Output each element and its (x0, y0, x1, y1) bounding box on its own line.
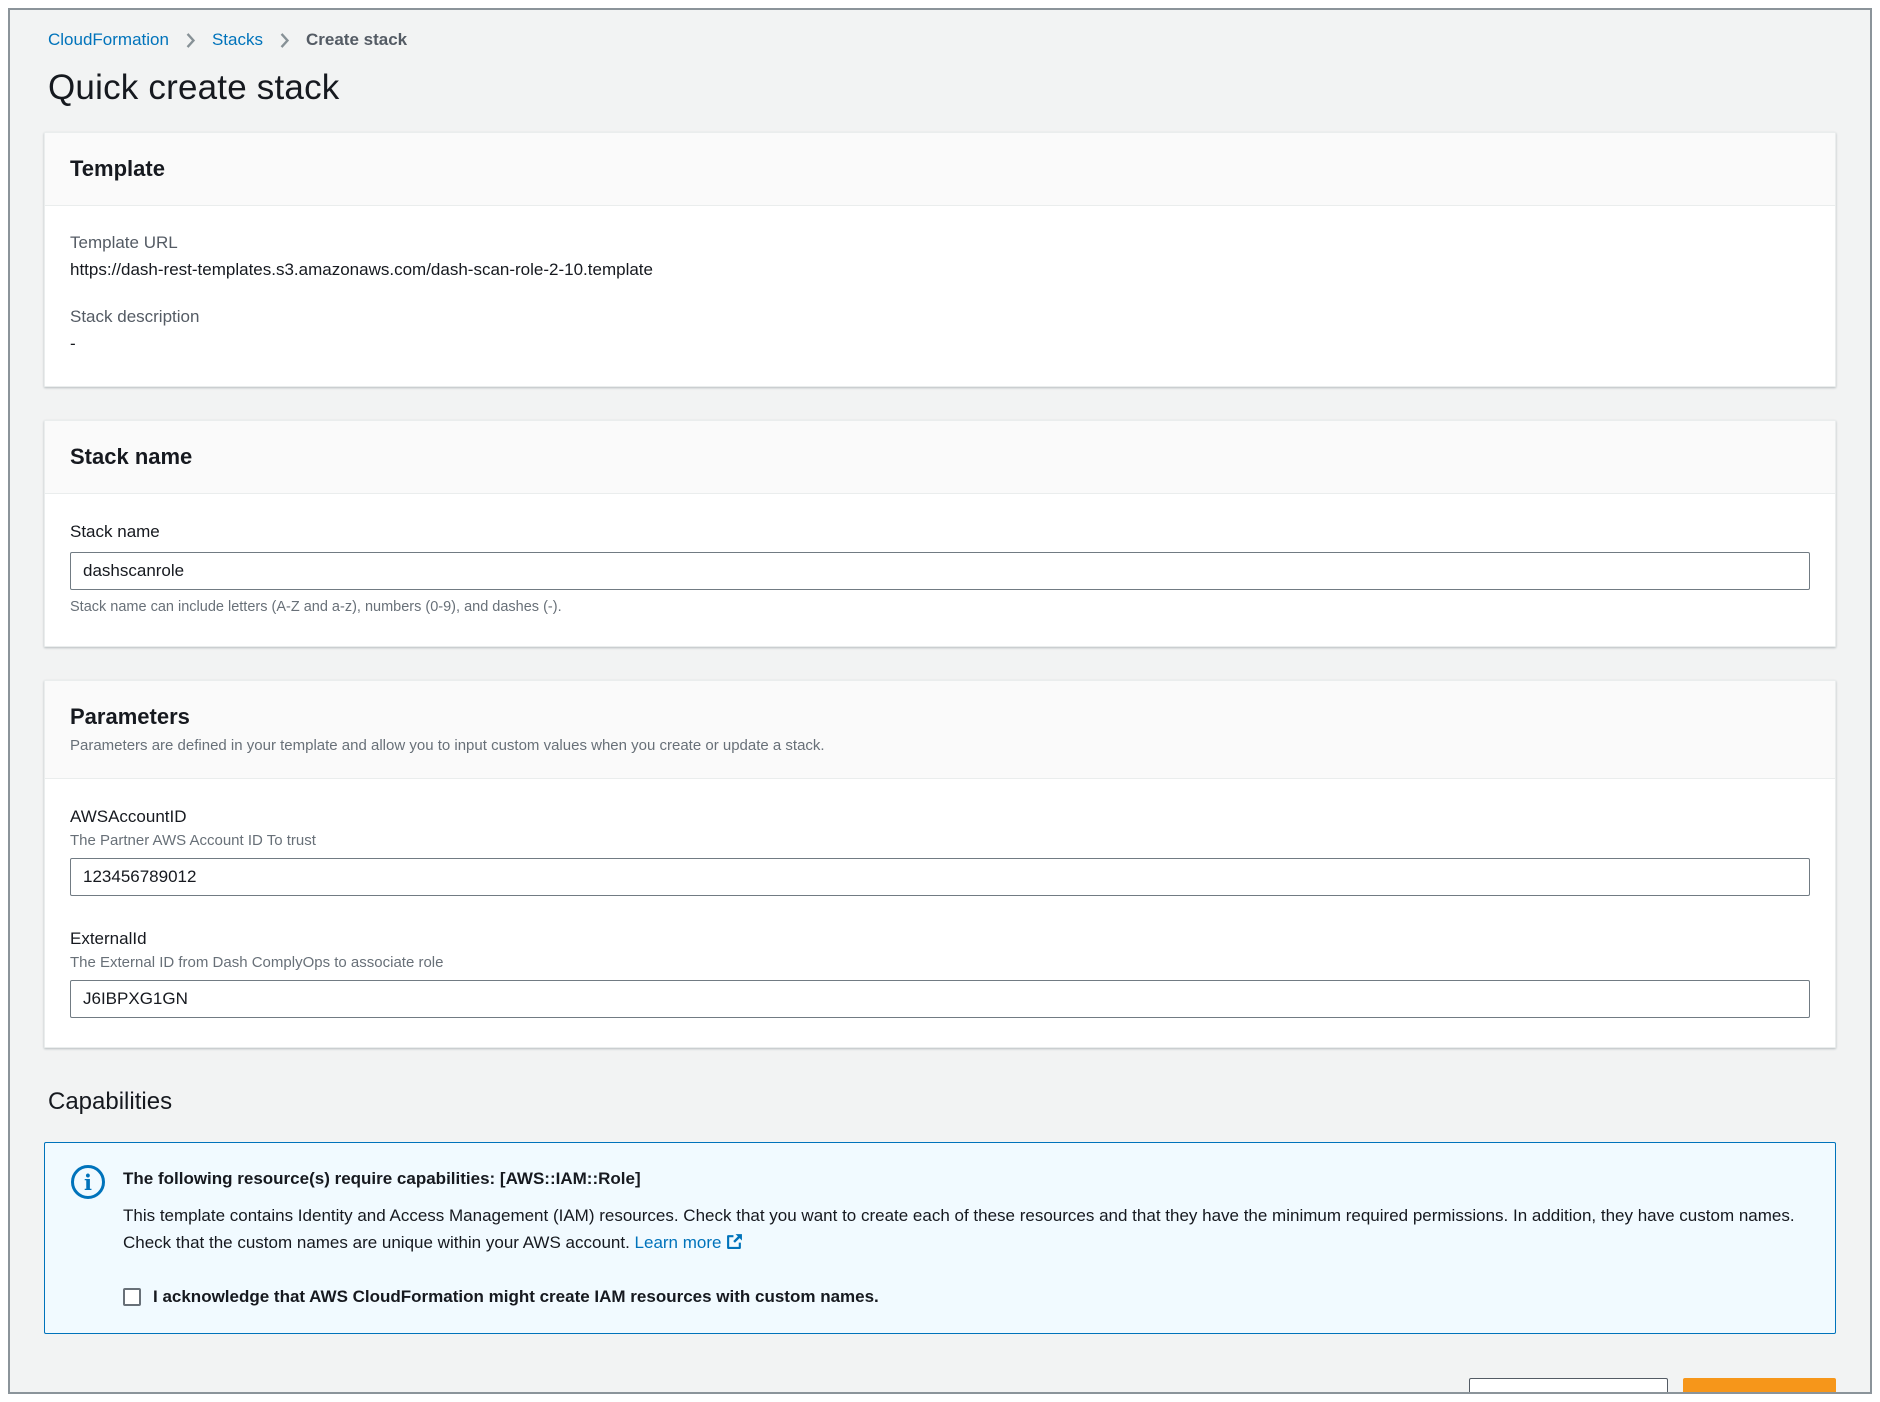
stack-description-value: - (70, 331, 1810, 357)
acknowledge-checkbox[interactable] (123, 1288, 141, 1306)
template-card-body: Template URL https://dash-rest-templates… (45, 206, 1835, 386)
alert-body: This template contains Identity and Acce… (123, 1202, 1809, 1258)
externalid-label: ExternalId (70, 926, 1810, 952)
capabilities-info-alert: i The following resource(s) require capa… (44, 1142, 1836, 1334)
parameters-card: Parameters Parameters are defined in you… (44, 680, 1836, 1048)
stack-name-field-label: Stack name (70, 522, 160, 541)
acknowledge-label: I acknowledge that AWS CloudFormation mi… (153, 1287, 879, 1307)
template-card-title: Template (70, 155, 1810, 183)
parameters-card-header: Parameters Parameters are defined in you… (45, 681, 1835, 779)
learn-more-label: Learn more (635, 1233, 722, 1252)
parameter-field-externalid: ExternalId The External ID from Dash Com… (70, 926, 1810, 1018)
footer-actions: Cancel Create change set Create stack (44, 1378, 1836, 1394)
template-card: Template Template URL https://dash-rest-… (44, 132, 1836, 387)
stack-description-group: Stack description - (70, 305, 1810, 357)
awsaccountid-label: AWSAccountID (70, 804, 1810, 830)
externalid-input[interactable] (70, 980, 1810, 1018)
template-url-group: Template URL https://dash-rest-templates… (70, 231, 1810, 283)
capabilities-title: Capabilities (48, 1088, 1836, 1116)
alert-body-text: This template contains Identity and Acce… (123, 1206, 1795, 1252)
breadcrumb-current: Create stack (306, 30, 407, 50)
parameters-card-body: AWSAccountID The Partner AWS Account ID … (45, 779, 1835, 1047)
acknowledge-row[interactable]: I acknowledge that AWS CloudFormation mi… (123, 1287, 1809, 1307)
stack-name-input[interactable] (70, 552, 1810, 590)
externalid-description: The External ID from Dash ComplyOps to a… (70, 953, 1810, 973)
page-container: CloudFormation Stacks Create stack Quick… (8, 8, 1872, 1394)
alert-content: The following resource(s) require capabi… (123, 1167, 1809, 1307)
awsaccountid-description: The Partner AWS Account ID To trust (70, 831, 1810, 851)
info-icon: i (71, 1165, 105, 1199)
awsaccountid-input[interactable] (70, 858, 1810, 896)
breadcrumb: CloudFormation Stacks Create stack (44, 30, 1836, 50)
template-url-label: Template URL (70, 231, 1810, 255)
stack-name-card-title: Stack name (70, 443, 1810, 471)
breadcrumb-link-stacks[interactable]: Stacks (212, 30, 263, 50)
page-title: Quick create stack (48, 68, 1836, 108)
learn-more-link[interactable]: Learn more (635, 1233, 744, 1252)
create-change-set-button[interactable]: Create change set (1469, 1378, 1667, 1394)
stack-name-card-header: Stack name (45, 421, 1835, 494)
parameters-card-description: Parameters are defined in your template … (70, 736, 1810, 756)
external-link-icon (726, 1231, 743, 1258)
template-url-value: https://dash-rest-templates.s3.amazonaws… (70, 257, 1810, 283)
stack-description-label: Stack description (70, 305, 1810, 329)
stack-name-card: Stack name Stack name Stack name can inc… (44, 420, 1836, 647)
chevron-right-icon (181, 31, 200, 50)
template-card-header: Template (45, 133, 1835, 206)
chevron-right-icon (275, 31, 294, 50)
alert-title: The following resource(s) require capabi… (123, 1167, 1809, 1191)
parameters-card-title: Parameters (70, 703, 1810, 731)
create-stack-button[interactable]: Create stack (1683, 1378, 1836, 1394)
stack-name-helper-text: Stack name can include letters (A-Z and … (70, 598, 1810, 617)
breadcrumb-link-cloudformation[interactable]: CloudFormation (48, 30, 169, 50)
stack-name-card-body: Stack name Stack name can include letter… (45, 494, 1835, 646)
parameter-field-awsaccountid: AWSAccountID The Partner AWS Account ID … (70, 804, 1810, 896)
cancel-button[interactable]: Cancel (1355, 1378, 1455, 1394)
